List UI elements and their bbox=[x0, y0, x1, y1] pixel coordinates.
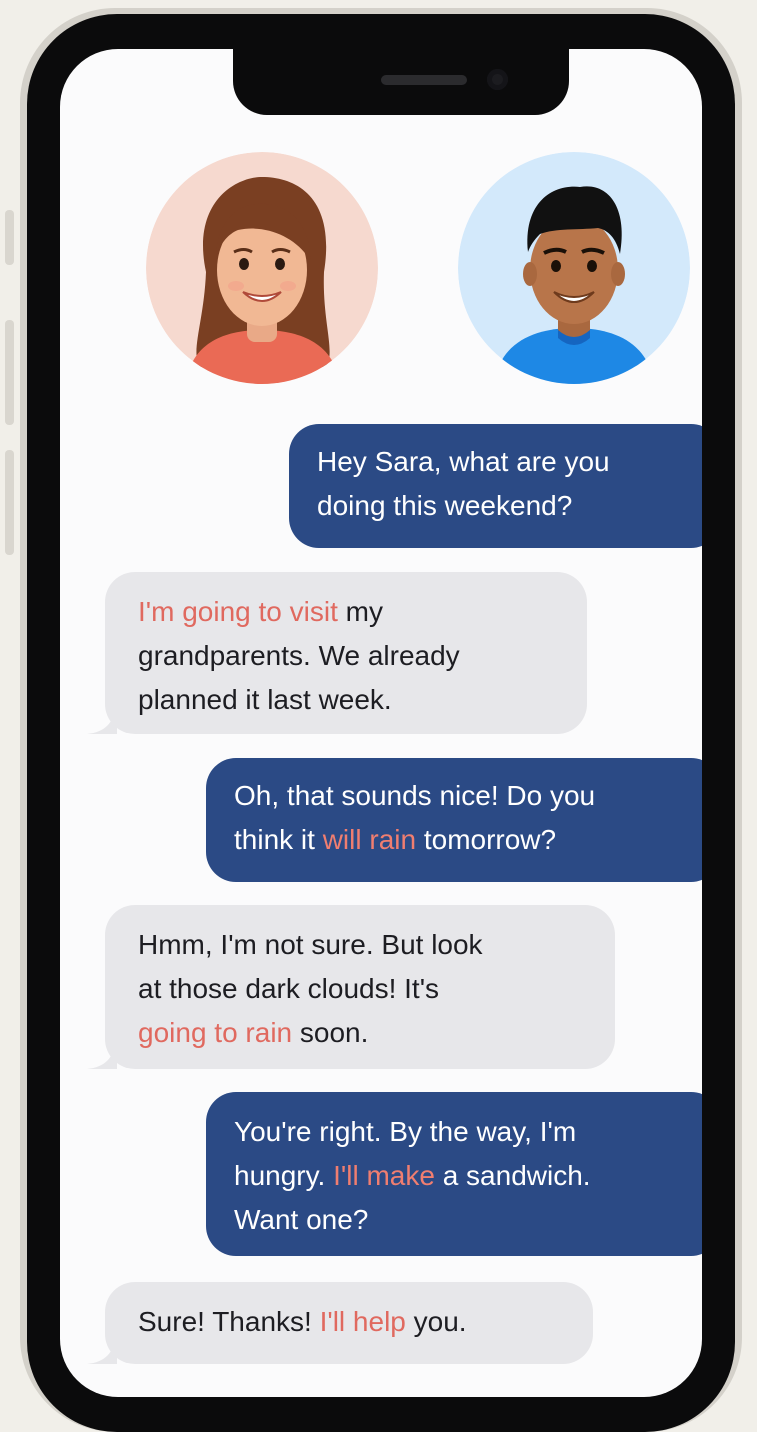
message-segment: Sure! Thanks! bbox=[138, 1306, 320, 1337]
highlighted-phrase: I'll help bbox=[319, 1306, 406, 1337]
woman-avatar-icon bbox=[146, 152, 378, 384]
message-segment: tomorrow? bbox=[416, 824, 557, 855]
message-bubble-incoming[interactable]: Sure! Thanks! I'll help you. bbox=[87, 1282, 593, 1364]
highlighted-phrase: I'm going to visit bbox=[138, 596, 338, 627]
message-bubble-outgoing[interactable]: You're right. By the way, I'm hungry. I'l… bbox=[206, 1092, 702, 1256]
message-line: grandparents. We already bbox=[138, 634, 587, 678]
message-bubble-incoming[interactable]: Hmm, I'm not sure. But look at those dark… bbox=[87, 905, 615, 1069]
chat-screen: Hey Sara, what are you doing this weekend… bbox=[60, 49, 702, 1397]
message-bubble-outgoing[interactable]: Hey Sara, what are you doing this weekend… bbox=[289, 424, 702, 548]
message-text: Hey Sara, what are you doing this weekend… bbox=[317, 440, 702, 528]
speaker-grille bbox=[381, 75, 467, 85]
highlighted-phrase: I'll make bbox=[333, 1160, 435, 1191]
message-line: at those dark clouds! It's bbox=[138, 967, 615, 1011]
highlighted-phrase: will rain bbox=[322, 824, 417, 855]
message-segment: at those dark clouds! It's bbox=[138, 973, 440, 1004]
message-segment: think it bbox=[234, 824, 323, 855]
highlighted-phrase: going to rain bbox=[138, 1017, 293, 1048]
message-line: think it will rain tomorrow? bbox=[234, 818, 702, 862]
message-line: I'm going to visit my bbox=[138, 590, 587, 634]
message-line: Hmm, I'm not sure. But look bbox=[138, 923, 615, 967]
message-segment: hungry. bbox=[234, 1160, 334, 1191]
message-line: going to rain soon. bbox=[138, 1011, 615, 1055]
message-segment: Hey Sara, what are you bbox=[317, 446, 610, 477]
message-segment: Oh, that sounds nice! Do you bbox=[234, 780, 596, 811]
message-line: You're right. By the way, I'm bbox=[234, 1110, 702, 1154]
volume-down-button bbox=[5, 450, 14, 555]
message-segment: planned it last week. bbox=[138, 684, 392, 715]
phone-mockup: Hey Sara, what are you doing this weekend… bbox=[0, 0, 757, 1432]
message-line: Sure! Thanks! I'll help you. bbox=[138, 1300, 593, 1344]
message-segment: a sandwich. bbox=[434, 1160, 591, 1191]
message-line: planned it last week. bbox=[138, 678, 587, 722]
camera-icon bbox=[487, 69, 508, 90]
man-avatar-icon bbox=[458, 152, 690, 384]
message-segment: my bbox=[337, 596, 383, 627]
message-line: hungry. I'll make a sandwich. bbox=[234, 1154, 702, 1198]
message-segment: Want one? bbox=[234, 1204, 369, 1235]
message-segment: grandparents. We already bbox=[138, 640, 460, 671]
message-text: I'm going to visit my grandparents. We al… bbox=[138, 590, 587, 722]
notch bbox=[233, 49, 569, 115]
bubble-tail bbox=[87, 1334, 117, 1364]
message-segment: You're right. By the way, I'm bbox=[234, 1116, 577, 1147]
message-bubble-incoming[interactable]: I'm going to visit my grandparents. We al… bbox=[87, 572, 587, 734]
silent-switch bbox=[5, 210, 14, 265]
message-line: Oh, that sounds nice! Do you bbox=[234, 774, 702, 818]
message-text: You're right. By the way, I'm hungry. I'l… bbox=[234, 1110, 702, 1242]
message-text: Oh, that sounds nice! Do you think it wil… bbox=[234, 774, 702, 862]
message-segment: Hmm, I'm not sure. But look bbox=[138, 929, 483, 960]
volume-up-button bbox=[5, 320, 14, 425]
message-segment: doing this weekend? bbox=[317, 490, 573, 521]
contact-avatar-friend[interactable] bbox=[458, 152, 690, 384]
message-segment: you. bbox=[405, 1306, 467, 1337]
message-bubble-outgoing[interactable]: Oh, that sounds nice! Do you think it wil… bbox=[206, 758, 702, 882]
contact-avatar-sara[interactable] bbox=[146, 152, 378, 384]
message-segment: soon. bbox=[292, 1017, 369, 1048]
message-text: Sure! Thanks! I'll help you. bbox=[138, 1300, 593, 1344]
phone-body: Hey Sara, what are you doing this weekend… bbox=[27, 14, 735, 1432]
bubble-tail bbox=[87, 1039, 117, 1069]
message-line: Hey Sara, what are you bbox=[317, 440, 702, 484]
bubble-tail bbox=[87, 704, 117, 734]
message-line: doing this weekend? bbox=[317, 484, 702, 528]
message-text: Hmm, I'm not sure. But look at those dark… bbox=[138, 923, 615, 1055]
message-line: Want one? bbox=[234, 1198, 702, 1242]
